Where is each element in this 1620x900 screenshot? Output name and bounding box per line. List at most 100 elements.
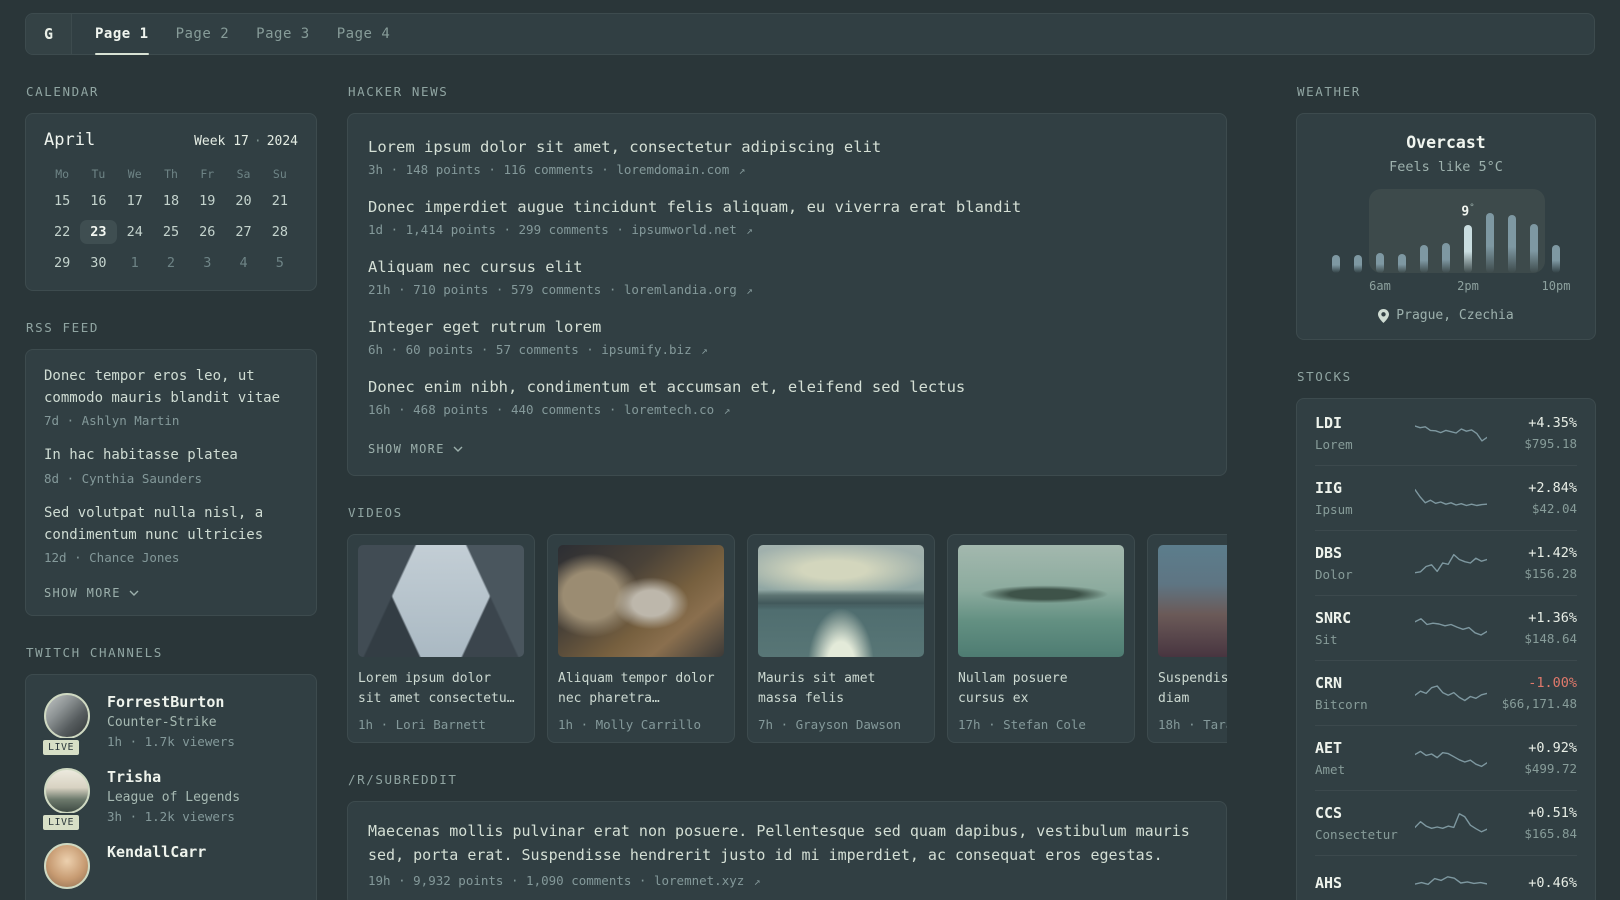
hacker-news-item: Donec imperdiet augue tincidunt felis al… [368, 198, 1206, 237]
show-more-label: SHOW MORE [44, 586, 121, 601]
stock-row-ahs[interactable]: AHS +0.46% [1315, 855, 1577, 900]
video-card[interactable]: Suspendisse diam 18h · Tara [1147, 534, 1227, 743]
calendar-day: 28 [271, 223, 288, 240]
rss-item-meta: 12d · Chance Jones [44, 550, 180, 566]
calendar-day: 20 [235, 192, 252, 209]
stock-symbol: IIG [1315, 479, 1343, 497]
twitch-channel-name[interactable]: KendallCarr [107, 843, 206, 861]
stock-row-ccs[interactable]: CCS Consectetur +0.51% $165.84 [1315, 790, 1577, 855]
stock-row-dbs[interactable]: DBS Dolor +1.42% $156.28 [1315, 530, 1577, 595]
tab-page-2[interactable]: Page 2 [176, 14, 230, 54]
stock-row-iig[interactable]: IIG Ipsum +2.84% $42.04 [1315, 465, 1577, 530]
show-more-label: SHOW MORE [368, 442, 445, 456]
weekday-label: Th [164, 167, 178, 181]
twitch-channel-name[interactable]: ForrestBurton [107, 693, 235, 711]
hacker-news-title[interactable]: Donec enim nibh, condimentum et accumsan… [368, 378, 1206, 396]
video-card[interactable]: Mauris sit amet massa felis 7h · Grayson D… [747, 534, 935, 743]
video-thumbnail[interactable] [758, 545, 924, 657]
stock-right: +1.42% $156.28 [1489, 545, 1577, 581]
sparkline-chart [1414, 813, 1487, 833]
calendar-week-year: Week 17 · 2024 [194, 134, 298, 149]
stock-price: $795.18 [1524, 436, 1577, 451]
twitch-channel-row[interactable]: LIVE Trisha League of Legends 3h · 1.2k vie… [41, 768, 298, 833]
video-title-line: nec pharetra… [558, 691, 660, 707]
calendar-day: 30 [90, 254, 107, 271]
stock-change: +4.35% [1528, 415, 1577, 431]
stock-price: $499.72 [1524, 761, 1577, 776]
video-thumbnail[interactable] [558, 545, 724, 657]
video-card[interactable]: Nullam posuere cursus ex 17h · Stefan Cole [947, 534, 1135, 743]
stock-symbol: LDI [1315, 414, 1343, 432]
rss-item: In hac habitasse platea 8d · Cynthia Saun… [44, 445, 298, 486]
stock-row-list: LDI Lorem +4.35% $795.18 IIG Ipsum +2.84% $42.0… [1315, 401, 1577, 900]
rss-item-list: Donec tempor eros leo, ut commodo mauris… [44, 366, 298, 565]
video-thumbnail[interactable] [1158, 545, 1227, 657]
calendar-day: 4 [239, 254, 248, 271]
stock-name: Dolor [1315, 567, 1353, 582]
calendar-day: 16 [90, 192, 107, 209]
external-link-icon: ↗ [753, 875, 761, 888]
stock-right: +0.92% $499.72 [1489, 740, 1577, 776]
weekday-label: Tu [91, 167, 106, 181]
hacker-news-title[interactable]: Donec imperdiet augue tincidunt felis al… [368, 198, 1206, 216]
hacker-news-title[interactable]: Integer eget rutrum lorem [368, 318, 1206, 336]
stock-name: Amet [1315, 762, 1346, 777]
stock-sparkline [1412, 419, 1489, 447]
sparkline-chart [1414, 425, 1487, 442]
twitch-channel-info: ForrestBurton Counter-Strike 1h · 1.7k vie… [107, 693, 235, 749]
video-title: Lorem ipsum dolor sit amet consectetu… [358, 669, 524, 710]
stock-change: +0.46% [1528, 875, 1577, 891]
calendar-selected-day: 23 [80, 219, 117, 244]
stock-row-ldi[interactable]: LDI Lorem +4.35% $795.18 [1315, 401, 1577, 465]
hacker-news-item: Lorem ipsum dolor sit amet, consectetur … [368, 138, 1206, 177]
twitch-channel-row[interactable]: LIVE ForrestBurton Counter-Strike 1h · 1.7k… [41, 693, 298, 758]
video-title-line: cursus ex [958, 691, 1029, 707]
stock-right: -1.00% $66,171.48 [1489, 675, 1577, 711]
external-link-icon: ↗ [746, 284, 753, 297]
rss-item-meta: 7d · Ashlyn Martin [44, 413, 180, 429]
rss-item-title[interactable]: In hac habitasse platea [44, 445, 298, 467]
video-title-line: Aliquam tempor dolor [558, 671, 715, 686]
subreddit-widget: Maecenas mollis pulvinar erat non posuer… [347, 801, 1227, 900]
tab-page-3[interactable]: Page 3 [256, 14, 310, 54]
video-card[interactable]: Aliquam tempor dolor nec pharetra… 1h · Mo… [547, 534, 735, 743]
weather-bar [1486, 213, 1494, 273]
video-card[interactable]: Lorem ipsum dolor sit amet consectetu… 1h … [347, 534, 535, 743]
sparkline-chart [1414, 750, 1487, 768]
live-badge: LIVE [41, 813, 82, 833]
stock-row-aet[interactable]: AET Amet +0.92% $499.72 [1315, 725, 1577, 790]
twitch-channel-name[interactable]: Trisha [107, 768, 240, 786]
video-title: Suspendisse diam [1158, 669, 1227, 710]
hackernews-show-more-button[interactable]: SHOW MORE [368, 442, 463, 456]
item-meta: 1d · 1,414 points · 299 comments · ipsum… [368, 222, 753, 237]
tab-page-4[interactable]: Page 4 [337, 14, 391, 54]
video-thumbnail[interactable] [358, 545, 524, 657]
stock-symbol: AHS [1315, 874, 1343, 892]
hacker-news-title[interactable]: Aliquam nec cursus elit [368, 258, 1206, 276]
location-pin-icon [1378, 308, 1390, 323]
calendar-year: 2024 [266, 134, 298, 149]
subreddit-post-title[interactable]: Maecenas mollis pulvinar erat non posuer… [368, 819, 1206, 867]
rss-show-more-button[interactable]: SHOW MORE [44, 586, 139, 600]
weather-location: Prague, Czechia [1315, 308, 1577, 323]
twitch-channel-row[interactable]: KendallCarr [44, 843, 298, 890]
avatar [44, 843, 90, 890]
video-thumbnail[interactable] [958, 545, 1124, 657]
twitch-channel-meta: 3h · 1.2k viewers [107, 809, 235, 825]
stock-row-snrc[interactable]: SNRC Sit +1.36% $148.64 [1315, 595, 1577, 660]
weekday-label: Sa [236, 167, 251, 181]
stock-name: Bitcorn [1315, 697, 1368, 712]
app-logo[interactable]: G [26, 14, 72, 54]
item-meta: 3h · 148 points · 116 comments · loremdo… [368, 162, 746, 177]
twitch-channels-widget: LIVE ForrestBurton Counter-Strike 1h · 1.7k… [25, 674, 317, 900]
weather-bar [1398, 254, 1406, 273]
rss-item-title[interactable]: Donec tempor eros leo, ut commodo mauris… [44, 366, 298, 409]
rss-item-title[interactable]: Sed volutpat nulla nisl, a condimentum n… [44, 503, 298, 546]
stock-row-crn[interactable]: CRN Bitcorn -1.00% $66,171.48 [1315, 660, 1577, 725]
tab-page-1[interactable]: Page 1 [95, 14, 149, 55]
stock-sparkline [1412, 484, 1489, 512]
rss-item: Sed volutpat nulla nisl, a condimentum n… [44, 503, 298, 565]
calendar-day: 22 [54, 223, 71, 240]
hacker-news-title[interactable]: Lorem ipsum dolor sit amet, consectetur … [368, 138, 1206, 156]
stock-symbol: SNRC [1315, 609, 1352, 627]
